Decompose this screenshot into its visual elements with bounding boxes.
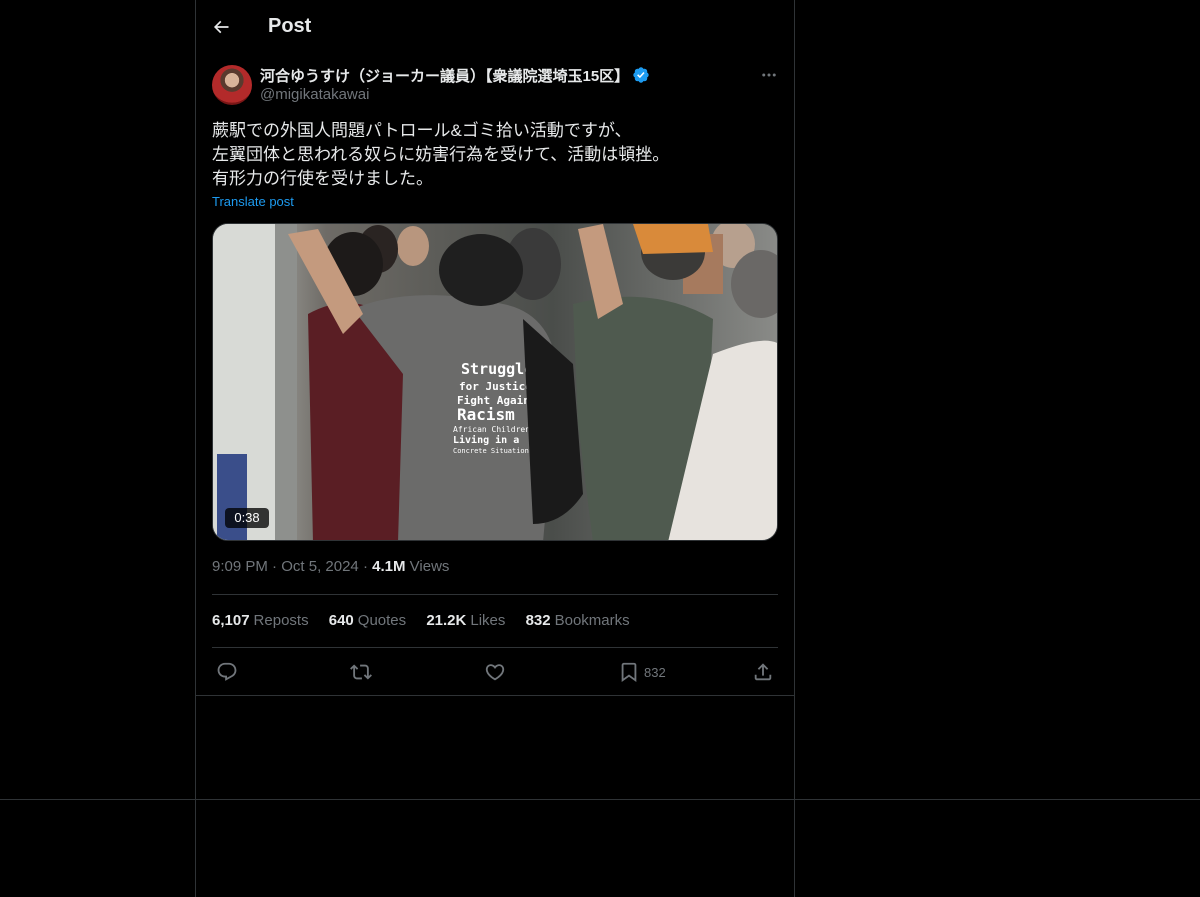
post-time[interactable]: 9:09 PM [212, 558, 268, 575]
quotes-count: 640 [328, 612, 354, 629]
like-icon [485, 664, 505, 681]
post-line: 有形力の行使を受けました。 [212, 169, 433, 188]
reposts-count: 6,107 [212, 612, 250, 629]
post-date[interactable]: Oct 5, 2024 [281, 558, 359, 575]
engagement-stats: 6,107 Reposts 640 Quotes 21.2K Likes 832 Boo… [212, 612, 646, 629]
shirt-text: African Children [453, 425, 530, 434]
bookmarks-label: Bookmarks [554, 612, 630, 629]
back-arrow-icon [213, 20, 229, 34]
video-frame: Struggle for Justice Fight Against Racis… [213, 224, 777, 540]
shirt-text: Concrete Situation [453, 447, 529, 455]
bookmarks-stat[interactable]: 832 Bookmarks [526, 612, 630, 629]
views-label: Views [409, 558, 450, 575]
quotes-stat[interactable]: 640 Quotes [329, 612, 406, 629]
like-button[interactable] [484, 660, 506, 684]
shirt-text: for Justice [459, 380, 532, 393]
bookmark-button[interactable]: 832 [618, 660, 666, 684]
likes-label: Likes [470, 612, 506, 629]
share-button[interactable] [752, 660, 774, 684]
author-name[interactable]: 河合ゆうすけ（ジョーカー議員）【衆議院選埼玉15区】 [260, 65, 629, 86]
divider [0, 799, 1200, 800]
video-duration: 0:38 [225, 508, 269, 528]
divider [196, 695, 794, 696]
post-text: 蕨駅での外国人問題パトロール&ゴミ拾い活動ですが、 左翼団体と思われる奴らに妨害… [212, 119, 778, 191]
page-title: Post [268, 15, 312, 37]
page: Post 河合ゆうすけ（ジョーカー議員）【衆議院選埼玉15区】 @migikat… [0, 0, 1200, 897]
likes-stat[interactable]: 21.2K Likes [426, 612, 505, 629]
video-player[interactable]: Struggle for Justice Fight Against Racis… [212, 223, 778, 541]
reposts-label: Reposts [253, 612, 309, 629]
repost-icon [350, 664, 372, 680]
reply-button[interactable] [216, 660, 238, 684]
quotes-label: Quotes [357, 612, 407, 629]
column-border-left [195, 0, 196, 897]
bookmarks-count: 832 [525, 612, 551, 629]
column-border-right [794, 0, 795, 897]
bookmark-count: 832 [644, 664, 666, 680]
verified-badge-icon [633, 67, 649, 83]
avatar[interactable] [212, 65, 252, 105]
divider [212, 647, 778, 648]
post-line: 左翼団体と思われる奴らに妨害行為を受けて、活動は頓挫。 [212, 145, 670, 164]
shirt-text: Living in a [453, 434, 519, 446]
share-icon [754, 663, 772, 681]
post-meta: 9:09 PM · Oct 5, 2024 · 4.1M Views [212, 558, 449, 575]
back-button[interactable] [204, 10, 238, 44]
header: Post [196, 0, 794, 53]
more-button[interactable] [758, 64, 780, 86]
bookmark-icon [621, 662, 637, 683]
reply-icon [217, 662, 237, 681]
author-handle[interactable]: @migikatakawai [260, 86, 369, 103]
shirt-text: Racism [457, 405, 515, 424]
more-icon [762, 73, 776, 77]
post-line: 蕨駅での外国人問題パトロール&ゴミ拾い活動ですが、 [212, 121, 632, 140]
repost-button[interactable] [350, 660, 372, 684]
meta-separator: · [362, 558, 368, 575]
translate-post-link[interactable]: Translate post [212, 194, 294, 209]
meta-separator: · [272, 558, 278, 575]
divider [212, 594, 778, 595]
likes-count: 21.2K [426, 612, 467, 629]
views-count: 4.1M [372, 558, 406, 575]
shirt-text: Struggle [461, 360, 533, 378]
reposts-stat[interactable]: 6,107 Reposts [212, 612, 309, 629]
